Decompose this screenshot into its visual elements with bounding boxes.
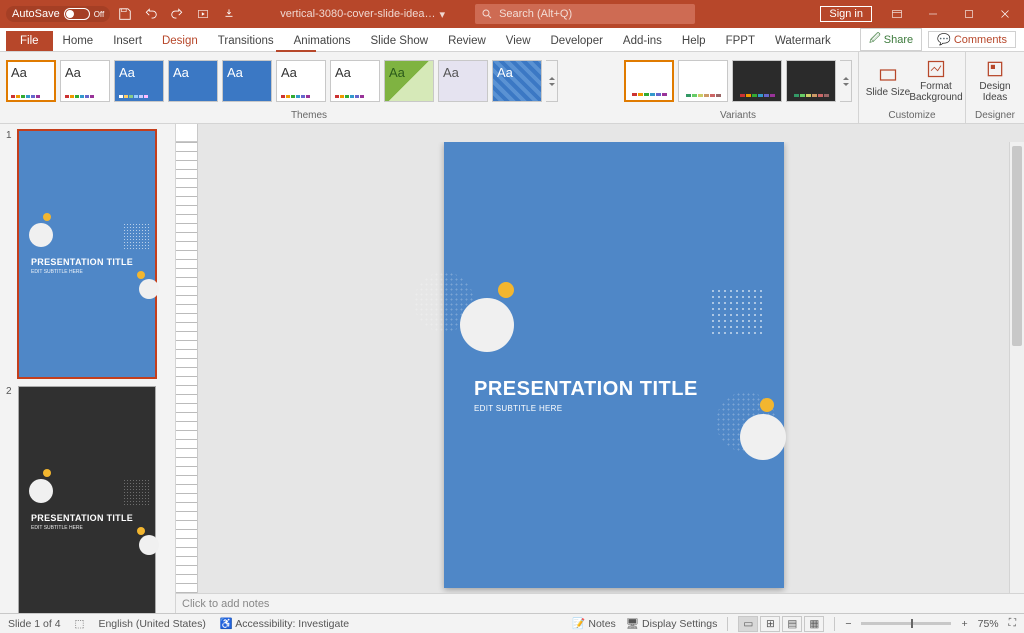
status-bar: Slide 1 of 4 ⬚ English (United States) ♿…	[0, 613, 1024, 633]
tab-file[interactable]: File	[6, 31, 53, 51]
theme-item[interactable]: Aa	[492, 60, 542, 102]
tab-animations[interactable]: Animations	[284, 31, 361, 51]
slide-thumbnail[interactable]: PRESENTATION TITLE EDIT SUBTITLE HERE	[18, 386, 156, 613]
slide-size-button[interactable]: Slide Size	[865, 58, 911, 104]
theme-item[interactable]: Aa	[114, 60, 164, 102]
vertical-scrollbar[interactable]	[1009, 142, 1024, 593]
theme-item[interactable]: Aa	[438, 60, 488, 102]
themes-group-label: Themes	[0, 110, 618, 123]
search-input[interactable]: Search (Alt+Q)	[475, 4, 695, 24]
ruler-corner	[176, 124, 198, 142]
vertical-ruler[interactable]	[176, 142, 198, 593]
variant-item[interactable]	[624, 60, 674, 102]
theme-item[interactable]: Aa	[60, 60, 110, 102]
tab-watermark[interactable]: Watermark	[765, 31, 841, 51]
autosave-toggle[interactable]: AutoSave Off	[6, 6, 110, 22]
zoom-in-icon[interactable]: +	[961, 618, 967, 630]
theme-item[interactable]: Aa	[276, 60, 326, 102]
slide-title-text[interactable]: PRESENTATION TITLE	[474, 378, 698, 401]
slide-thumbnail[interactable]: PRESENTATION TITLE EDIT SUBTITLE HERE	[18, 130, 156, 378]
share-button[interactable]: 🖉 Share	[860, 28, 922, 51]
format-background-button[interactable]: Format Background	[913, 58, 959, 104]
current-slide[interactable]: PRESENTATION TITLE EDIT SUBTITLE HERE	[444, 142, 784, 588]
themes-more-icon[interactable]	[546, 60, 558, 102]
tab-fppt[interactable]: FPPT	[716, 31, 765, 51]
close-icon[interactable]	[988, 0, 1022, 28]
tab-review[interactable]: Review	[438, 31, 496, 51]
thumb-number: 1	[6, 130, 14, 378]
normal-view-icon[interactable]: ▭	[738, 616, 758, 632]
customize-group-label: Customize	[859, 110, 965, 123]
qat-more-icon[interactable]	[218, 3, 240, 25]
sorter-view-icon[interactable]: ⊞	[760, 616, 780, 632]
reading-view-icon[interactable]: ▤	[782, 616, 802, 632]
slide-edit-area: PRESENTATION TITLE EDIT SUBTITLE HERE Cl…	[176, 124, 1024, 613]
variant-item[interactable]	[786, 60, 836, 102]
tab-transitions[interactable]: Transitions	[208, 31, 284, 51]
tab-view[interactable]: View	[496, 31, 541, 51]
workspace: 1 PRESENTATION TITLE EDIT SUBTITLE HERE …	[0, 124, 1024, 613]
slide-canvas[interactable]: PRESENTATION TITLE EDIT SUBTITLE HERE	[198, 142, 1024, 593]
design-ideas-button[interactable]: Design Ideas	[972, 58, 1018, 104]
variant-item[interactable]	[732, 60, 782, 102]
comments-button[interactable]: 💬 Comments	[928, 31, 1016, 48]
variant-item[interactable]	[678, 60, 728, 102]
fit-to-window-icon[interactable]: ⛶	[1009, 617, 1016, 630]
tab-addins[interactable]: Add-ins	[613, 31, 672, 51]
sign-in-button[interactable]: Sign in	[820, 6, 872, 22]
tab-home[interactable]: Home	[53, 31, 104, 51]
variants-group-label: Variants	[618, 110, 858, 123]
slide-subtitle-text[interactable]: EDIT SUBTITLE HERE	[474, 404, 562, 413]
save-icon[interactable]	[114, 3, 136, 25]
title-bar: AutoSave Off vertical-3080-cover-slide-i…	[0, 0, 1024, 28]
ribbon-tabs: File Home Insert Design Transitions Anim…	[0, 28, 1024, 52]
spellcheck-icon[interactable]: ⬚	[75, 618, 85, 630]
redo-icon[interactable]	[166, 3, 188, 25]
variants-more-icon[interactable]	[840, 60, 852, 102]
ribbon: Aa Aa Aa Aa Aa Aa Aa Aa Aa Aa Themes Var…	[0, 52, 1024, 124]
zoom-out-icon[interactable]: −	[845, 618, 851, 630]
theme-item[interactable]: Aa	[168, 60, 218, 102]
tab-developer[interactable]: Developer	[541, 31, 613, 51]
designer-group-label: Designer	[966, 110, 1024, 123]
slide-thumbnails-pane[interactable]: 1 PRESENTATION TITLE EDIT SUBTITLE HERE …	[0, 124, 176, 613]
notes-button[interactable]: 📝 Notes	[572, 617, 615, 630]
tab-insert[interactable]: Insert	[103, 31, 152, 51]
document-title[interactable]: vertical-3080-cover-slide-idea…▾	[280, 8, 445, 21]
undo-icon[interactable]	[140, 3, 162, 25]
tab-slideshow[interactable]: Slide Show	[361, 31, 439, 51]
tab-design[interactable]: Design	[152, 31, 208, 51]
tab-help[interactable]: Help	[672, 31, 716, 51]
maximize-icon[interactable]	[952, 0, 986, 28]
minimize-icon[interactable]	[916, 0, 950, 28]
theme-item[interactable]: Aa	[384, 60, 434, 102]
display-settings-button[interactable]: 🖥 Display Settings	[626, 617, 718, 630]
theme-item[interactable]: Aa	[330, 60, 380, 102]
slideshow-view-icon[interactable]: ▦	[804, 616, 824, 632]
ribbon-display-icon[interactable]	[880, 0, 914, 28]
theme-item[interactable]: Aa	[6, 60, 56, 102]
slide-position[interactable]: Slide 1 of 4	[8, 618, 61, 630]
zoom-slider[interactable]	[861, 622, 951, 625]
start-from-beginning-icon[interactable]	[192, 3, 214, 25]
theme-item[interactable]: Aa	[222, 60, 272, 102]
notes-placeholder[interactable]: Click to add notes	[176, 593, 1024, 613]
accessibility-status[interactable]: ♿ Accessibility: Investigate	[220, 617, 349, 630]
language-status[interactable]: English (United States)	[98, 618, 205, 630]
zoom-level[interactable]: 75%	[978, 618, 999, 630]
thumb-number: 2	[6, 386, 14, 613]
